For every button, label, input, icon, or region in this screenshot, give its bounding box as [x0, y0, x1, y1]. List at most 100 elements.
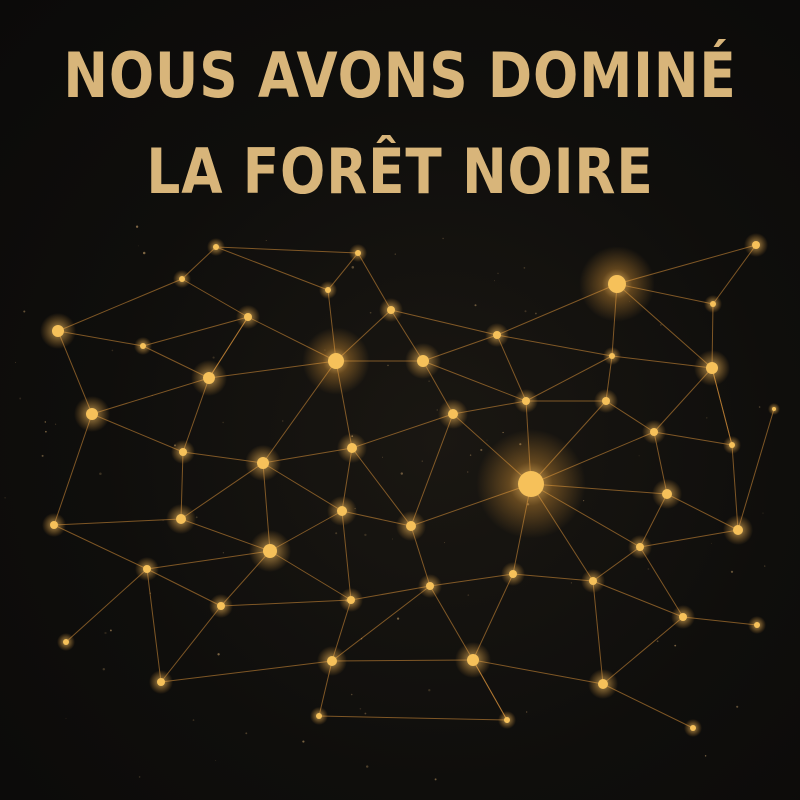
star-dot	[535, 312, 537, 315]
network-node	[723, 436, 741, 454]
star-dot	[706, 417, 708, 419]
network-hub-node	[476, 429, 586, 539]
star-dot	[111, 349, 114, 352]
star-dot	[467, 594, 470, 596]
network-edge	[146, 568, 222, 607]
network-node	[628, 535, 652, 559]
network-edge	[331, 659, 474, 662]
star-dot	[19, 397, 22, 400]
star-dot	[396, 617, 400, 620]
network-hub-node	[302, 327, 370, 395]
network-node	[134, 337, 152, 355]
network-node	[485, 323, 509, 347]
network-node	[514, 389, 538, 413]
star-dot	[41, 454, 44, 457]
network-edge	[472, 659, 604, 685]
network-edge	[215, 246, 329, 291]
network-node	[379, 298, 403, 322]
star-dot	[99, 472, 102, 476]
network-node	[236, 305, 260, 329]
star-dot	[23, 310, 26, 313]
network-node	[498, 711, 516, 729]
network-edge	[737, 408, 775, 531]
star-dot	[421, 460, 423, 462]
network-edge	[91, 377, 210, 415]
star-dot	[674, 644, 677, 647]
star-dot	[387, 364, 389, 367]
star-dot	[494, 280, 495, 282]
headline-line-1: NOUS AVONS DOMINÉ	[63, 39, 737, 112]
network-node	[418, 574, 442, 598]
network-hub-node	[579, 246, 655, 322]
network-edge	[350, 585, 431, 601]
star-dot	[65, 717, 67, 719]
star-dot	[442, 237, 444, 240]
star-dot	[212, 356, 215, 359]
star-dot	[400, 472, 403, 475]
network-node	[671, 605, 695, 629]
star-dot	[335, 532, 338, 535]
network-node	[438, 399, 468, 429]
network-edge	[160, 605, 222, 683]
star-dot	[480, 448, 483, 452]
network-node	[40, 313, 76, 349]
star-dot	[215, 760, 217, 762]
network-node	[594, 389, 618, 413]
network-edge	[53, 524, 148, 570]
network-node	[207, 238, 225, 256]
star-dot	[138, 776, 141, 778]
network-edge	[215, 246, 359, 254]
star-dot	[282, 420, 284, 422]
network-node	[317, 646, 347, 676]
star-dot	[265, 239, 267, 241]
star-dot	[382, 456, 384, 458]
network-node	[135, 557, 159, 581]
network-node	[642, 420, 666, 444]
network-node	[166, 504, 196, 534]
star-dot	[656, 640, 659, 643]
network-edge	[53, 518, 182, 526]
network-node	[171, 440, 195, 464]
network-node	[310, 707, 328, 725]
star-dot	[45, 430, 47, 433]
star-dot	[192, 719, 195, 721]
star-dot	[526, 711, 528, 713]
network-node	[339, 588, 363, 612]
star-dot	[436, 409, 438, 411]
star-dot	[660, 324, 662, 326]
network-node	[245, 445, 281, 481]
network-edge	[351, 413, 454, 449]
network-node	[173, 270, 191, 288]
star-dot	[359, 708, 362, 710]
star-dot	[394, 253, 396, 255]
star-dot	[351, 266, 355, 269]
star-dot	[366, 765, 369, 768]
network-node	[74, 396, 110, 432]
star-dot	[369, 311, 372, 314]
network-node	[349, 244, 367, 262]
star-dot	[486, 439, 488, 441]
star-dot	[434, 778, 437, 781]
network-edge	[592, 580, 684, 618]
network-node	[748, 616, 766, 634]
star-dot	[222, 421, 224, 424]
star-dot	[15, 361, 17, 363]
star-dot	[4, 496, 6, 499]
network-node	[684, 719, 702, 737]
star-dot	[524, 310, 527, 313]
network-node	[744, 233, 768, 257]
star-dot	[245, 732, 248, 735]
network-edge	[639, 546, 684, 618]
star-dot	[467, 471, 469, 473]
star-dot	[222, 552, 224, 554]
network-node	[694, 350, 730, 386]
network-edge	[592, 580, 604, 685]
star-dot	[364, 533, 367, 537]
star-dot	[758, 406, 761, 408]
network-node	[327, 496, 357, 526]
star-dot	[582, 499, 585, 502]
star-dot	[570, 582, 573, 584]
star-dot	[54, 423, 57, 425]
star-dot	[730, 570, 734, 573]
star-dot	[523, 267, 526, 269]
